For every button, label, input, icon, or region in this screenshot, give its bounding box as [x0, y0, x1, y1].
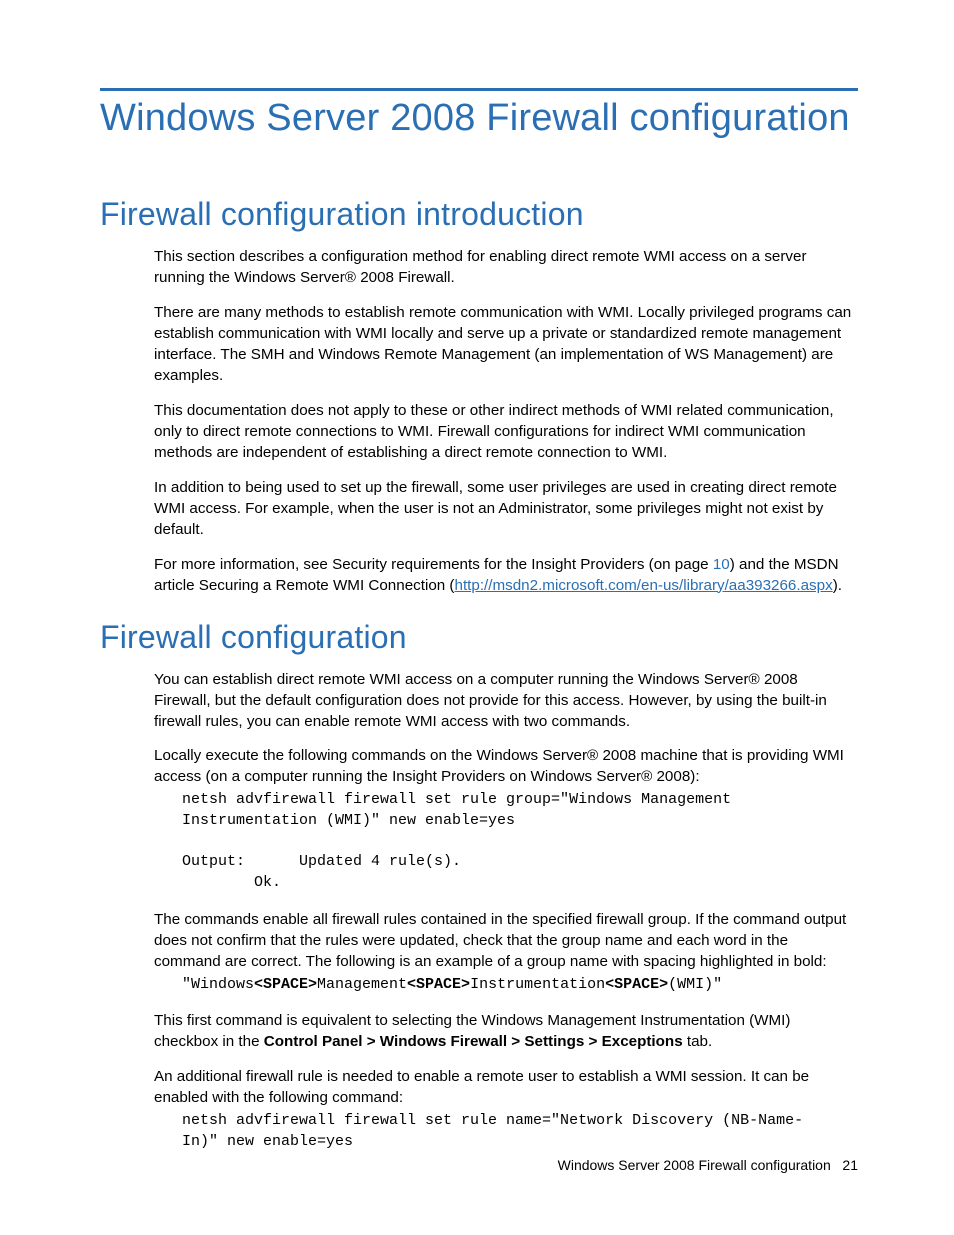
- code-block-2: "Windows<SPACE>Management<SPACE>Instrume…: [182, 975, 858, 996]
- footer-label: Windows Server 2008 Firewall configurati…: [558, 1157, 831, 1173]
- intro-p5-post: ).: [833, 577, 842, 594]
- code2-bold3: <SPACE>: [605, 976, 668, 993]
- intro-body: This section describes a configuration m…: [154, 247, 858, 597]
- code-block-1: netsh advfirewall firewall set rule grou…: [182, 790, 858, 893]
- config-p1: You can establish direct remote WMI acce…: [154, 670, 858, 733]
- code-block-3: netsh advfirewall firewall set rule name…: [182, 1111, 858, 1152]
- page-title: Windows Server 2008 Firewall configurati…: [100, 97, 858, 140]
- top-rule: [100, 88, 858, 91]
- config-p3: The commands enable all firewall rules c…: [154, 910, 858, 973]
- section-heading-intro: Firewall configuration introduction: [100, 196, 858, 233]
- intro-p2: There are many methods to establish remo…: [154, 303, 858, 387]
- config-p4-bold: Control Panel > Windows Firewall > Setti…: [264, 1033, 683, 1050]
- intro-p5-pre: For more information, see Security requi…: [154, 556, 713, 573]
- page-ref-link[interactable]: 10: [713, 556, 730, 573]
- intro-p5: For more information, see Security requi…: [154, 555, 858, 597]
- page-footer: Windows Server 2008 Firewall configurati…: [558, 1157, 858, 1173]
- intro-p1: This section describes a configuration m…: [154, 247, 858, 289]
- section-heading-config: Firewall configuration: [100, 619, 858, 656]
- config-p4-post: tab.: [683, 1033, 713, 1050]
- footer-page-number: 21: [842, 1157, 858, 1173]
- code2-bold2: <SPACE>: [407, 976, 470, 993]
- code2-seg2: Management: [317, 976, 407, 993]
- code2-seg1: "Windows: [182, 976, 254, 993]
- intro-p4: In addition to being used to set up the …: [154, 478, 858, 541]
- config-p2: Locally execute the following commands o…: [154, 746, 858, 788]
- code2-seg3: Instrumentation: [470, 976, 605, 993]
- config-p5: An additional firewall rule is needed to…: [154, 1067, 858, 1109]
- msdn-link[interactable]: http://msdn2.microsoft.com/en-us/library…: [455, 577, 833, 594]
- config-p4: This first command is equivalent to sele…: [154, 1011, 858, 1053]
- code2-seg4: (WMI)": [668, 976, 722, 993]
- config-body: You can establish direct remote WMI acce…: [154, 670, 858, 1153]
- page: Windows Server 2008 Firewall configurati…: [0, 0, 954, 1235]
- intro-p3: This documentation does not apply to the…: [154, 401, 858, 464]
- code2-bold1: <SPACE>: [254, 976, 317, 993]
